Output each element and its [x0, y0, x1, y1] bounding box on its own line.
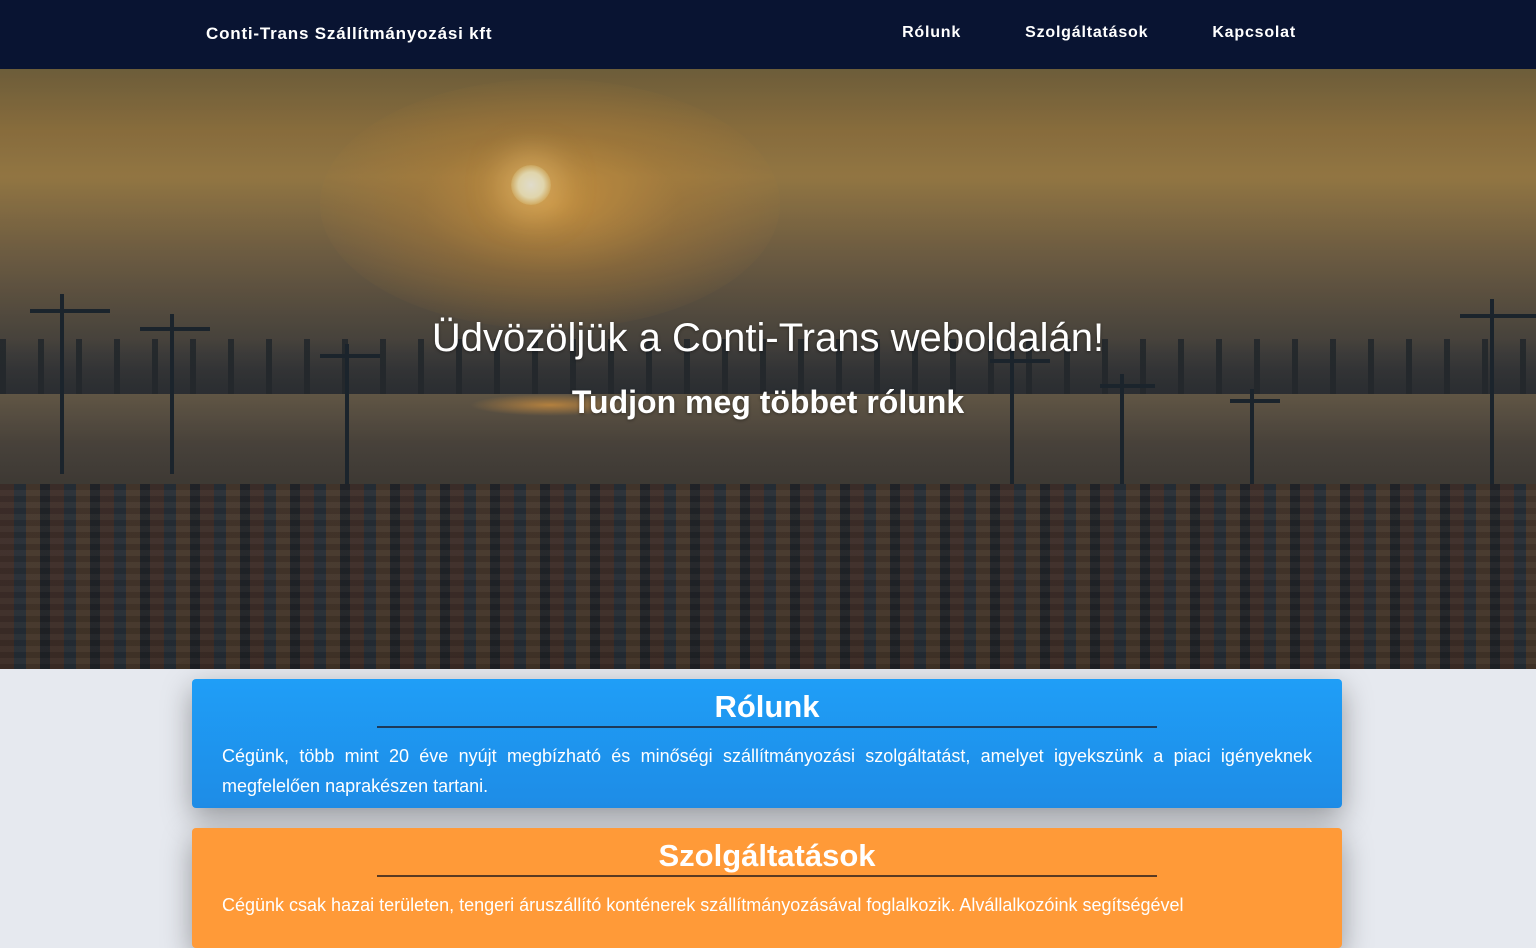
nav-links: Rólunk Szolgáltatások Kapcsolat: [838, 24, 1296, 42]
nav-link-kapcsolat[interactable]: Kapcsolat: [1212, 24, 1296, 42]
about-text: Cégünk, több mint 20 éve nyújt megbízhat…: [222, 746, 1312, 796]
nav-link-rolunk[interactable]: Rólunk: [902, 24, 961, 42]
about-title: Rólunk: [714, 689, 820, 724]
hero-title: Üdvözöljük a Conti-Trans weboldalán!: [431, 316, 1105, 360]
hero-overlay: [0, 69, 1536, 669]
hero-subtitle: Tudjon meg többet rólunk: [571, 384, 965, 420]
services-section: Szolgáltatások Cégünk csak hazai terület…: [192, 828, 1342, 948]
about-section: Rólunk Cégünk, több mint 20 éve nyújt me…: [192, 679, 1342, 808]
hero-banner: Üdvözöljük a Conti-Trans weboldalán! Tud…: [0, 69, 1536, 669]
services-title: Szolgáltatások: [658, 838, 876, 873]
top-navbar: Conti-Trans Szállítmányozási kft Rólunk …: [0, 0, 1536, 69]
nav-link-szolgaltatasok[interactable]: Szolgáltatások: [1025, 24, 1148, 42]
brand-link[interactable]: Conti-Trans Szállítmányozási kft: [206, 24, 492, 44]
